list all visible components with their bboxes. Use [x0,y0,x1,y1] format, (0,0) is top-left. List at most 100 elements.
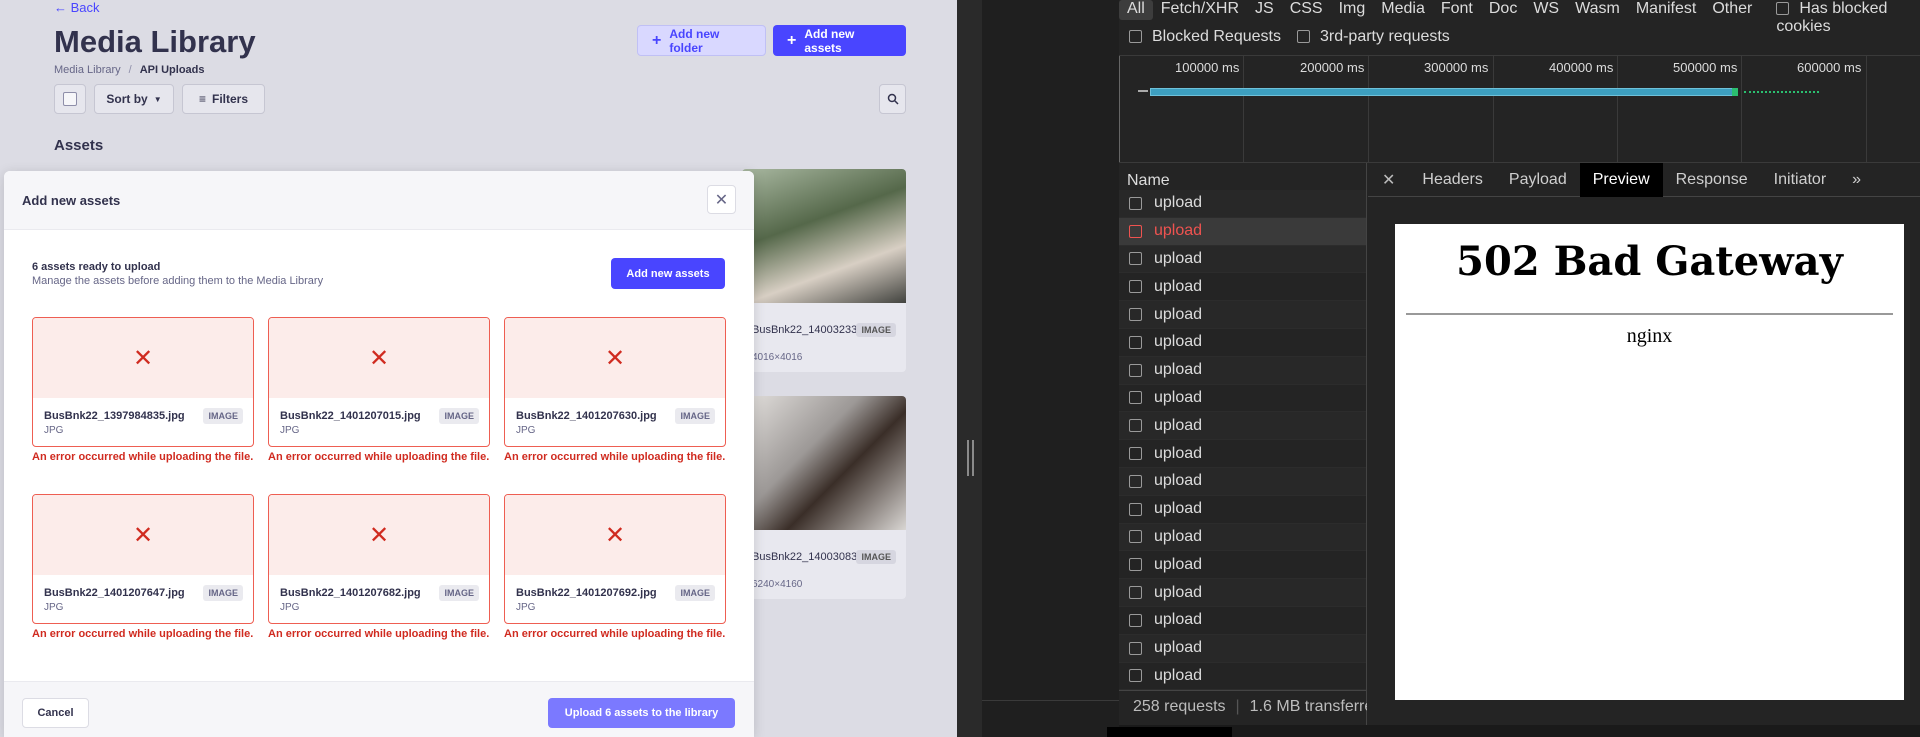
request-name: upload [1154,249,1203,267]
modal-add-assets-button[interactable]: Add new assets [611,258,725,289]
request-row[interactable]: upload [1119,467,1366,496]
breadcrumb: Media Library / API Uploads [54,64,205,76]
tab-initiator[interactable]: Initiator [1761,163,1839,197]
timeline-request-dots [1744,91,1819,93]
resize-grip-icon[interactable] [967,440,974,476]
third-party-toggle[interactable]: 3rd-party requests [1296,28,1450,46]
upload-asset-card[interactable]: ✕ BusBnk22_1401207015.jpg JPG IMAGE [268,317,490,447]
network-status-bar: 258 requests|1.6 MB transferred [1119,690,1367,720]
plus-icon: + [652,31,662,49]
request-row[interactable]: upload [1119,329,1366,357]
request-row[interactable]: upload [1119,301,1366,329]
request-row[interactable]: upload [1119,523,1366,552]
filters-label: Filters [212,92,249,106]
file-icon [1129,391,1142,405]
request-row[interactable]: upload [1119,385,1366,413]
tab-payload[interactable]: Payload [1496,163,1580,197]
page-title: Media Library [54,24,256,59]
breadcrumb-item-root[interactable]: Media Library [54,64,121,76]
request-row[interactable]: upload [1119,190,1366,218]
add-folder-button[interactable]: + Add new folder [637,25,766,56]
tab-preview[interactable]: Preview [1579,162,1663,197]
request-row[interactable]: upload [1119,496,1366,524]
filter-all[interactable]: All [1119,0,1153,20]
upload-error-message: An error occurred while uploading the fi… [32,451,254,463]
upload-asset-card[interactable]: ✕ BusBnk22_1401207692.jpg JPG IMAGE [504,494,726,624]
upload-error-message: An error occurred while uploading the fi… [268,451,490,463]
upload-asset-card[interactable]: ✕ BusBnk22_1397984835.jpg JPG IMAGE [32,317,254,447]
upload-error-message: An error occurred while uploading the fi… [268,628,490,640]
upload-asset-card[interactable]: ✕ BusBnk22_1401207647.jpg JPG IMAGE [32,494,254,624]
request-name: upload [1154,527,1203,545]
asset-dimensions: 4016×4016 [752,352,803,363]
pane-divider[interactable] [957,0,982,737]
timeline-tick: 400000 ms [1549,60,1614,75]
devtools-empty-area [982,0,1119,737]
preview-server-name: nginx [1626,325,1673,347]
tab-response[interactable]: Response [1663,163,1761,197]
filter-fetch-xhr[interactable]: Fetch/XHR [1153,0,1247,20]
asset-card[interactable]: BusBnk22_1400323340.jpg IMAGE 4016×4016 [742,169,906,372]
request-row[interactable]: upload [1119,663,1366,691]
upload-asset-card[interactable]: ✕ BusBnk22_1401207682.jpg JPG IMAGE [268,494,490,624]
filter-manifest[interactable]: Manifest [1628,0,1704,20]
timeline-tick: 300000 ms [1424,60,1489,75]
request-row[interactable]: upload [1119,440,1366,468]
close-button[interactable]: ✕ [707,185,736,214]
request-row[interactable]: upload [1119,273,1366,302]
filter-font[interactable]: Font [1433,0,1481,20]
timeline-request-bar [1732,88,1738,96]
upload-to-library-button[interactable]: Upload 6 assets to the library [548,698,735,728]
filter-icon: ≡ [198,92,206,106]
request-name: upload [1154,611,1203,629]
request-row[interactable]: upload [1119,607,1366,635]
file-icon [1129,252,1142,266]
filter-img[interactable]: Img [1331,0,1374,20]
tab-headers[interactable]: Headers [1409,163,1495,197]
select-all-checkbox[interactable] [54,84,86,114]
modal-title: Add new assets [22,193,121,208]
file-icon [1129,419,1142,433]
request-row[interactable]: upload [1119,551,1366,580]
request-row[interactable]: upload [1119,245,1366,274]
cancel-button[interactable]: Cancel [22,698,89,728]
filter-css[interactable]: CSS [1282,0,1331,20]
add-assets-button[interactable]: + Add new assets [773,25,906,56]
filter-media[interactable]: Media [1373,0,1433,20]
request-row-selected[interactable]: upload [1119,217,1366,246]
upload-asset-card[interactable]: ✕ BusBnk22_1401207630.jpg JPG IMAGE [504,317,726,447]
timeline-tick: 600000 ms [1797,60,1862,75]
filters-button[interactable]: ≡ Filters [182,84,265,114]
file-icon [1129,308,1142,322]
filter-js[interactable]: JS [1247,0,1282,20]
error-preview: ✕ [505,318,725,398]
request-row[interactable]: upload [1119,634,1366,663]
media-library-app: ← Back Media Library Media Library / API U… [0,0,957,737]
more-tabs-icon[interactable]: » [1839,163,1874,197]
sort-by-button[interactable]: Sort by ▼ [94,84,174,114]
filter-wasm[interactable]: Wasm [1567,0,1628,20]
asset-extension: JPG [280,425,300,436]
filter-other[interactable]: Other [1704,0,1760,20]
close-detail-icon[interactable]: ✕ [1368,163,1409,197]
search-button[interactable] [879,84,906,114]
network-timeline-overview[interactable]: 100000 ms 200000 ms 300000 ms 400000 ms … [1119,55,1920,163]
preview-heading: 502 Bad Gateway [1456,238,1843,285]
request-row[interactable]: upload [1119,356,1366,385]
request-row[interactable]: upload [1119,579,1366,607]
error-preview: ✕ [269,495,489,575]
back-link[interactable]: ← Back [54,0,100,15]
filter-doc[interactable]: Doc [1481,0,1525,20]
blocked-requests-label: Blocked Requests [1152,28,1281,45]
filter-ws[interactable]: WS [1525,0,1567,20]
request-name: upload [1154,666,1203,684]
asset-extension: JPG [280,602,300,613]
modal-header: Add new assets ✕ [4,171,754,230]
request-name: upload [1154,639,1203,657]
asset-card[interactable]: BusBnk22_1400308341.jpg IMAGE 6240×4160 [742,396,906,599]
request-row[interactable]: upload [1119,412,1366,441]
has-blocked-cookies-toggle[interactable]: Has blocked cookies [1768,0,1920,35]
search-icon [887,93,899,105]
blocked-requests-toggle[interactable]: Blocked Requests [1129,28,1281,46]
asset-filename: BusBnk22_1401207647.jpg [44,587,185,599]
